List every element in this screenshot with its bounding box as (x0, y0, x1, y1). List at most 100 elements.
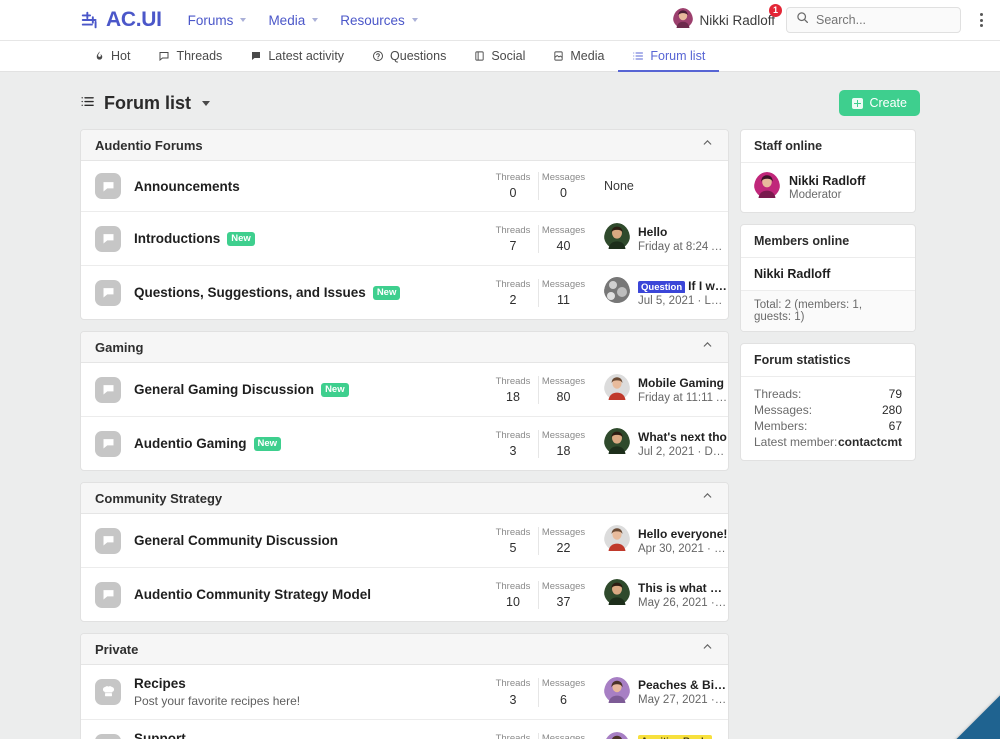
staff-member-name[interactable]: Nikki Radloff (789, 174, 865, 188)
last-post-title[interactable]: Peaches & Biscuits (638, 678, 728, 692)
search-box[interactable] (786, 7, 961, 33)
staff-online-member[interactable]: Nikki Radloff Moderator (741, 163, 915, 212)
create-button-label: Create (869, 96, 907, 110)
forum-title[interactable]: General Gaming Discussion (134, 382, 314, 397)
threads-stat: Threads 2 (488, 279, 538, 307)
forum-stats: Threads 5 Messages 22 (488, 527, 588, 555)
forum-row[interactable]: Announcements Threads 0 Messages 0 (81, 161, 728, 212)
tab-threads[interactable]: Threads (144, 42, 236, 72)
page-title[interactable]: Forum list (80, 93, 210, 114)
statistic-value[interactable]: contactcmt (838, 435, 902, 449)
last-post-text: Hello Friday at 8:24 AM · D… (638, 225, 728, 253)
tab-hot[interactable]: Hot (80, 42, 144, 72)
search-input[interactable] (816, 13, 951, 27)
avatar[interactable] (754, 172, 780, 203)
member-name[interactable]: Nikki Radloff (754, 267, 830, 281)
tab-social[interactable]: Social (460, 42, 539, 72)
last-post-title[interactable]: QuestionIf I were to … (638, 279, 728, 293)
section-header[interactable]: Private (81, 634, 728, 665)
section-header[interactable]: Community Strategy (81, 483, 728, 514)
threads-stat: Threads 5 (488, 527, 538, 555)
last-post-title[interactable]: What's next tho (638, 430, 728, 444)
staff-member-info: Nikki Radloff Moderator (789, 174, 865, 201)
forum-section: Community Strategy General Community Dis… (80, 482, 729, 622)
chevron-up-icon[interactable] (701, 489, 714, 507)
chevron-up-icon[interactable] (701, 640, 714, 658)
avatar[interactable] (604, 374, 630, 405)
page-title-text: Forum list (104, 93, 191, 114)
question-icon (372, 50, 384, 62)
forum-row[interactable]: General Gaming Discussion New Threads 18… (81, 363, 728, 417)
chevron-up-icon[interactable] (701, 136, 714, 154)
forum-row[interactable]: Recipes Post your favorite recipes here!… (81, 665, 728, 720)
notification-badge[interactable]: 1 (769, 4, 782, 17)
social-icon (474, 50, 485, 62)
forum-row[interactable]: Audentio Community Strategy Model Thread… (81, 568, 728, 621)
section-header[interactable]: Gaming (81, 332, 728, 363)
nav-item-media[interactable]: Media (268, 13, 318, 28)
forum-row[interactable]: Questions, Suggestions, and Issues New T… (81, 266, 728, 319)
messages-stat: Messages 6 (538, 678, 588, 706)
messages-stat: Messages 80 (538, 376, 588, 404)
avatar[interactable] (604, 223, 630, 254)
user-menu[interactable]: Nikki Radloff 1 (673, 8, 775, 33)
last-post-title[interactable]: Mobile Gaming (638, 376, 728, 390)
section-title: Community Strategy (95, 491, 222, 506)
members-online-member[interactable]: Nikki Radloff (741, 258, 915, 291)
kebab-menu-icon[interactable] (972, 13, 990, 27)
chevron-up-icon[interactable] (701, 338, 714, 356)
threads-label: Threads (488, 225, 538, 237)
messages-stat: Messages 18 (538, 430, 588, 458)
section-header[interactable]: Audentio Forums (81, 130, 728, 161)
avatar[interactable] (604, 579, 630, 610)
avatar[interactable] (604, 525, 630, 556)
page-body: Forum list Create Audentio Forums A (0, 72, 1000, 739)
tab-questions[interactable]: Questions (358, 42, 460, 72)
forum-title[interactable]: General Community Discussion (134, 533, 338, 548)
media-icon (553, 50, 564, 62)
messages-stat: Messages 0 (538, 172, 588, 200)
forum-row[interactable]: Audentio Gaming New Threads 3 Messages 1… (81, 417, 728, 470)
forum-title[interactable]: Announcements (134, 179, 240, 194)
chevron-down-icon[interactable] (202, 101, 210, 106)
last-post: None (588, 179, 728, 193)
forum-row[interactable]: General Community Discussion Threads 5 M… (81, 514, 728, 568)
last-post-title[interactable]: Hello everyone! (638, 527, 728, 541)
forum-title[interactable]: Audentio Community Strategy Model (134, 587, 371, 602)
last-post-title[interactable]: Hello (638, 225, 728, 239)
forum-title[interactable]: Audentio Gaming (134, 436, 247, 451)
header-right-group: Nikki Radloff 1 (673, 7, 990, 33)
statistic-key: Latest member: (754, 435, 837, 449)
last-post-title[interactable]: Awaiting ReplyDefaul… (638, 733, 728, 739)
nav-item-forums[interactable]: Forums (188, 13, 247, 28)
create-button[interactable]: Create (839, 90, 920, 116)
avatar[interactable] (604, 732, 630, 739)
site-logo[interactable]: AC.UI (80, 8, 162, 32)
tab-media[interactable]: Media (539, 42, 618, 72)
forum-stats: Threads 0 Messages 0 (488, 172, 588, 200)
tab-latest-activity[interactable]: Latest activity (236, 42, 358, 72)
avatar[interactable] (604, 428, 630, 459)
messages-label: Messages (539, 279, 588, 291)
forum-title[interactable]: Recipes (134, 676, 186, 691)
sliders-icon (80, 9, 102, 31)
tab-forum-list[interactable]: Forum list (618, 42, 719, 72)
last-post-title[interactable]: This is what you sho… (638, 581, 728, 595)
forum-row[interactable]: Support Need assistance? Create a suppor… (81, 720, 728, 739)
sidebar: Staff online Nikki Radloff Moderator Mem… (740, 129, 916, 472)
last-post: Mobile Gaming Friday at 11:11 AM · m… (588, 374, 728, 405)
avatar[interactable] (604, 277, 630, 308)
forum-row[interactable]: Introductions New Threads 7 Messages 40 (81, 212, 728, 266)
forum-title[interactable]: Introductions (134, 231, 220, 246)
forum-title[interactable]: Questions, Suggestions, and Issues (134, 285, 366, 300)
forum-bubble-icon (95, 582, 121, 608)
last-post-empty: None (604, 179, 634, 193)
avatar[interactable] (604, 677, 630, 708)
tab-label: Media (570, 49, 604, 63)
last-post-text: QuestionIf I were to … Jul 5, 2021 · Luk… (638, 279, 728, 307)
tab-label: Latest activity (268, 49, 344, 63)
threads-stat: Threads 3 (488, 430, 538, 458)
nav-item-resources[interactable]: Resources (340, 13, 418, 28)
forum-title[interactable]: Support (134, 731, 186, 739)
forum-statistics-card: Forum statistics Threads: 79 Messages: 2… (740, 343, 916, 461)
